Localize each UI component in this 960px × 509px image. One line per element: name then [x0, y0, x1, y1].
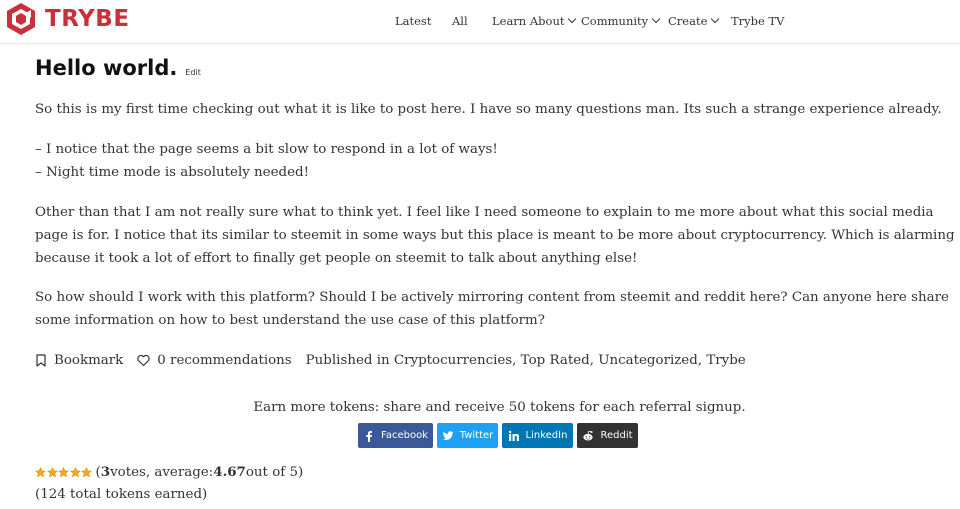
heart-icon: [137, 354, 150, 366]
average-rating: 4.67: [213, 464, 246, 480]
facebook-icon: [366, 430, 372, 442]
chevron-down-icon: [711, 14, 720, 24]
star-icon[interactable]: [58, 466, 69, 478]
category-link[interactable]: Trybe: [706, 353, 745, 368]
post-title: Hello world.: [35, 56, 178, 80]
votes-count: 3: [100, 464, 111, 480]
linkedin-share-button[interactable]: LinkedIn: [502, 423, 573, 448]
bookmark-button[interactable]: Bookmark: [35, 353, 123, 368]
linkedin-icon: [508, 430, 519, 441]
tokens-earned: (124 total tokens earned): [35, 487, 208, 502]
bookmark-icon: [36, 353, 46, 367]
nav-community[interactable]: Community: [581, 14, 661, 28]
nav-label: All: [452, 14, 468, 28]
list-item: – Night time mode is absolutely needed!: [35, 165, 309, 180]
site-header: TRYBE Latest All Learn About Community C…: [0, 0, 960, 44]
referral-prompt: Earn more tokens: share and receive 50 t…: [253, 400, 746, 415]
twitter-share-button[interactable]: Twitter: [437, 423, 498, 448]
chevron-down-icon: [651, 14, 661, 24]
recommend-button[interactable]: 0 recommendations: [137, 352, 292, 368]
nav-create[interactable]: Create: [668, 14, 720, 28]
published-prefix: Published in: [305, 352, 390, 368]
nav-label: Community: [581, 14, 649, 28]
category-link[interactable]: Uncategorized: [598, 353, 698, 368]
list-item: – I notice that the page seems a bit slo…: [35, 142, 498, 157]
reddit-share-button[interactable]: Reddit: [577, 423, 638, 448]
post-title-row: Hello world. Edit: [35, 56, 201, 80]
edit-link[interactable]: Edit: [185, 68, 201, 77]
nav-trybe-tv[interactable]: Trybe TV: [731, 14, 784, 28]
share-buttons: Facebook Twitter LinkedIn Reddit: [358, 423, 642, 448]
post-paragraph: So how should I work with this platform?…: [35, 290, 949, 328]
rating-scale: out of 5): [245, 464, 304, 480]
post-paragraph: So this is my first time checking out wh…: [35, 102, 942, 117]
nav-all[interactable]: All: [452, 14, 468, 28]
votes-text: votes, average:: [110, 464, 214, 480]
facebook-share-button[interactable]: Facebook: [358, 423, 433, 448]
star-icon[interactable]: [69, 466, 81, 478]
chevron-down-icon: [568, 14, 577, 24]
star-icon[interactable]: [81, 466, 92, 478]
nav-label: Create: [668, 14, 708, 28]
star-icon[interactable]: [46, 466, 58, 478]
category-link[interactable]: Top Rated: [521, 353, 590, 368]
star-rating[interactable]: [35, 466, 93, 478]
trybe-logo-icon: [7, 3, 35, 35]
nav-label: Latest: [395, 14, 432, 28]
bookmark-label: Bookmark: [54, 352, 124, 368]
recommendations-count: 0 recommendations: [157, 352, 292, 368]
share-label: Reddit: [600, 430, 633, 441]
twitter-icon: [442, 430, 454, 440]
site-logo[interactable]: TRYBE: [4, 2, 130, 36]
share-label: Twitter: [459, 430, 494, 441]
logo-text: TRYBE: [45, 6, 130, 32]
post-list: – I notice that the page seems a bit slo…: [35, 138, 955, 184]
share-label: LinkedIn: [525, 430, 568, 441]
nav-latest[interactable]: Latest: [395, 14, 431, 28]
reddit-icon: [583, 430, 594, 440]
nav-learn-about[interactable]: Learn About: [492, 14, 577, 28]
star-icon[interactable]: [35, 466, 46, 478]
category-link[interactable]: Cryptocurrencies: [394, 353, 512, 368]
post-rating: (3 votes, average: 4.67 out of 5): [35, 464, 303, 480]
post-paragraph: Other than that I am not really sure wha…: [35, 205, 955, 266]
nav-label: Learn About: [492, 14, 565, 28]
share-label: Facebook: [381, 430, 428, 441]
post-meta: Bookmark 0 recommendations Published in …: [35, 349, 760, 371]
published-in: Published in Cryptocurrencies, Top Rated…: [305, 352, 746, 368]
nav-label: Trybe TV: [731, 14, 785, 28]
